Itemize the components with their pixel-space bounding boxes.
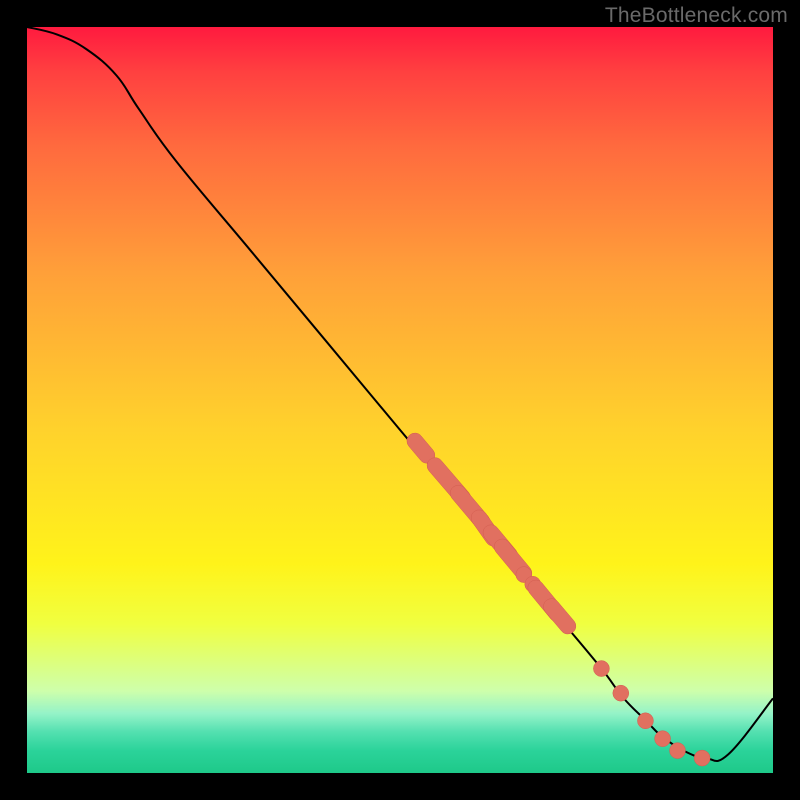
curve-marker-dot — [613, 685, 629, 701]
curve-marker-pill — [543, 599, 575, 634]
curve-marker-dot — [655, 731, 671, 747]
curve-marker-dot — [670, 743, 686, 759]
plot-svg — [27, 27, 773, 773]
curve-markers — [407, 433, 710, 766]
curve-marker-dot — [694, 750, 710, 766]
bottleneck-curve — [27, 27, 773, 761]
curve-marker-dot — [593, 661, 609, 677]
watermark-text: TheBottleneck.com — [605, 4, 788, 28]
curve-marker-dot — [637, 713, 653, 729]
